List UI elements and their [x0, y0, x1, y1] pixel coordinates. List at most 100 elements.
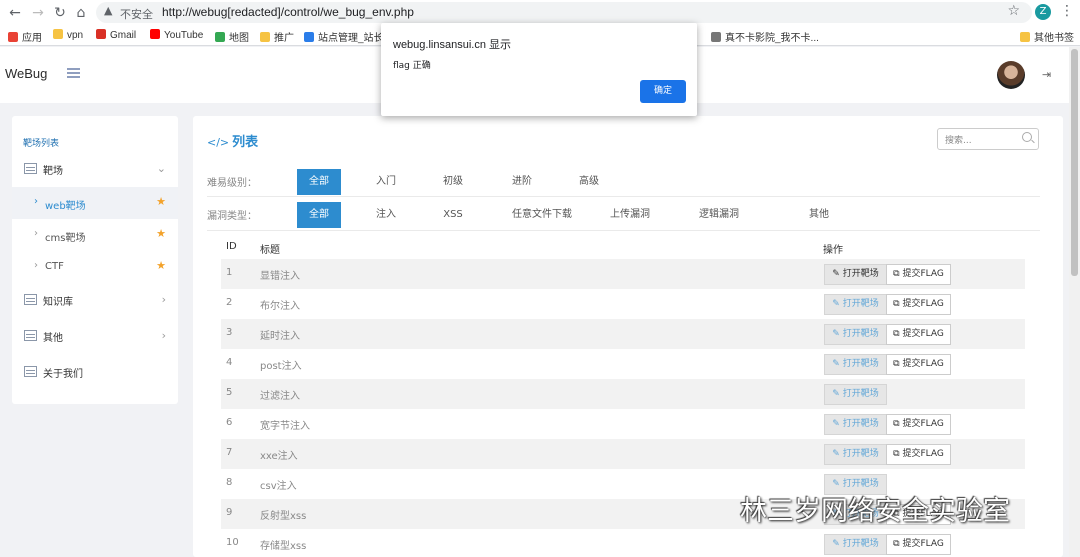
edit-icon: ✎ [832, 419, 843, 429]
sidebar-item-ranges[interactable]: 靶场 ⌄ [12, 154, 178, 184]
vuln-all[interactable]: 全部 [297, 202, 341, 228]
difficulty-advanced[interactable]: 进阶 [500, 169, 544, 195]
site-icon [711, 32, 721, 42]
back-icon[interactable]: ← [6, 4, 24, 22]
bookmark-star-icon[interactable]: ☆ [1007, 3, 1020, 19]
edit-icon: ✎ [832, 359, 843, 369]
sidebar-title: 靶场列表 [23, 139, 60, 149]
page-scrollbar[interactable] [1069, 47, 1080, 557]
row-title: 反射型xss [260, 511, 307, 522]
open-range-button[interactable]: ✎ 打开靶场 [824, 534, 887, 555]
submit-flag-button[interactable]: ⧉ 提交FLAG [886, 534, 951, 555]
reload-icon[interactable]: ↻ [51, 4, 69, 22]
open-range-button[interactable]: ✎ 打开靶场 [824, 324, 887, 345]
vuln-injection[interactable]: 注入 [364, 202, 408, 228]
submit-flag-button[interactable]: ⧉ 提交FLAG [886, 324, 951, 345]
open-range-button[interactable]: ✎ 打开靶场 [824, 264, 887, 285]
chevron-right-icon: › [34, 196, 38, 207]
search-icon[interactable] [1022, 132, 1032, 142]
folder-icon [53, 29, 63, 39]
bookmark-apps[interactable]: 应用 [8, 29, 42, 44]
sidebar-item-other[interactable]: 其他 › [12, 321, 178, 351]
table-row: 5 过滤注入 ✎ 打开靶场 [221, 379, 1025, 409]
address-bar[interactable]: ▲ 不安全 http://webug[redacted]/control/we_… [96, 2, 1032, 23]
url-text[interactable]: http://webug[redacted]/control/we_bug_en… [162, 5, 414, 19]
row-title: csv注入 [260, 481, 297, 492]
row-id: 4 [226, 357, 233, 368]
search-input[interactable]: 搜索... [937, 128, 1039, 150]
submit-flag-button[interactable]: ⧉ 提交FLAG [886, 264, 951, 285]
table-row: 3 延时注入 ✎ 打开靶场 ⧉ 提交FLAG [221, 319, 1025, 349]
vuln-file-download[interactable]: 任意文件下载 [505, 202, 579, 228]
bookmark-other[interactable]: 其他书签 [1020, 29, 1074, 44]
chevron-right-icon: › [161, 293, 166, 306]
user-avatar[interactable] [997, 61, 1025, 89]
chevron-right-icon: › [161, 329, 166, 342]
row-id: 9 [226, 507, 233, 518]
table-row: 10 存储型xss ✎ 打开靶场 ⧉ 提交FLAG [221, 529, 1025, 557]
vuln-xss[interactable]: XSS [431, 202, 475, 228]
bookmark-promo[interactable]: 推广 [260, 29, 294, 44]
forward-icon[interactable]: → [29, 4, 47, 22]
open-range-button[interactable]: ✎ 打开靶场 [824, 384, 887, 405]
grid-icon [24, 163, 37, 174]
menu-icon[interactable]: ⋮ [1060, 3, 1074, 19]
row-title: 宽字节注入 [260, 421, 310, 432]
table-row: 1 显错注入 ✎ 打开靶场 ⧉ 提交FLAG [221, 259, 1025, 289]
sidebar-item-knowledge[interactable]: 知识库 › [12, 285, 178, 315]
submit-flag-button[interactable]: ⧉ 提交FLAG [886, 354, 951, 375]
difficulty-elementary[interactable]: 初级 [431, 169, 475, 195]
home-icon[interactable]: ⌂ [72, 4, 90, 22]
row-title: 过滤注入 [260, 391, 300, 402]
submit-flag-button[interactable]: ⧉ 提交FLAG [886, 444, 951, 465]
dialog-message: flag 正确 [393, 61, 431, 71]
code-icon: </> [207, 136, 230, 149]
row-id: 10 [226, 537, 239, 548]
logout-icon[interactable]: ⇥ [1042, 68, 1051, 81]
watermark: 林三岁网络安全实验室 [740, 496, 1010, 527]
scrollbar-thumb[interactable] [1071, 49, 1078, 276]
folder-icon [1020, 32, 1030, 42]
sidebar: 靶场列表 靶场 ⌄ › web靶场 ★ › cms靶场 ★ › CTF ★ 知识… [12, 116, 178, 404]
profile-avatar[interactable]: Z [1035, 4, 1051, 20]
dialog-ok-button[interactable]: 确定 [640, 80, 686, 103]
difficulty-all[interactable]: 全部 [297, 169, 341, 195]
sidebar-item-ctf[interactable]: › CTF ★ [12, 251, 178, 283]
table-row: 4 post注入 ✎ 打开靶场 ⧉ 提交FLAG [221, 349, 1025, 379]
open-range-button[interactable]: ✎ 打开靶场 [824, 444, 887, 465]
submit-flag-button[interactable]: ⧉ 提交FLAG [886, 414, 951, 435]
open-range-button[interactable]: ✎ 打开靶场 [824, 294, 887, 315]
row-id: 1 [226, 267, 233, 278]
divider [207, 230, 1040, 231]
vuln-logic[interactable]: 逻辑漏洞 [691, 202, 747, 228]
site-icon [304, 32, 314, 42]
star-icon: ★ [156, 259, 166, 272]
alert-dialog: webug.linsansui.cn 显示 flag 正确 确定 [381, 23, 697, 116]
vuln-other[interactable]: 其他 [797, 202, 841, 228]
menu-toggle-icon[interactable] [67, 68, 80, 78]
bookmark-youtube[interactable]: YouTube [150, 29, 203, 41]
sidebar-item-about[interactable]: 关于我们 [12, 357, 178, 387]
column-title: 标题 [260, 245, 280, 256]
difficulty-beginner[interactable]: 入门 [364, 169, 408, 195]
open-range-button[interactable]: ✎ 打开靶场 [824, 414, 887, 435]
sidebar-item-web[interactable]: › web靶场 ★ [12, 187, 178, 219]
row-id: 8 [226, 477, 233, 488]
bookmark-gmail[interactable]: Gmail [96, 29, 136, 41]
vuln-upload[interactable]: 上传漏洞 [602, 202, 658, 228]
bookmark-video-site[interactable]: 真不卡影院_我不卡... [711, 29, 819, 44]
edit-icon: ✎ [832, 299, 843, 309]
row-id: 3 [226, 327, 233, 338]
bookmark-vpn[interactable]: vpn [53, 29, 83, 41]
edit-icon: ✎ [832, 539, 843, 549]
difficulty-expert[interactable]: 高级 [567, 169, 611, 195]
brand-logo[interactable]: WeBug [5, 66, 47, 81]
row-title: 布尔注入 [260, 301, 300, 312]
row-id: 5 [226, 387, 233, 398]
row-id: 7 [226, 447, 233, 458]
list-icon [24, 330, 37, 341]
sidebar-item-cms[interactable]: › cms靶场 ★ [12, 219, 178, 251]
submit-flag-button[interactable]: ⧉ 提交FLAG [886, 294, 951, 315]
open-range-button[interactable]: ✎ 打开靶场 [824, 354, 887, 375]
bookmark-maps[interactable]: 地图 [215, 29, 249, 44]
